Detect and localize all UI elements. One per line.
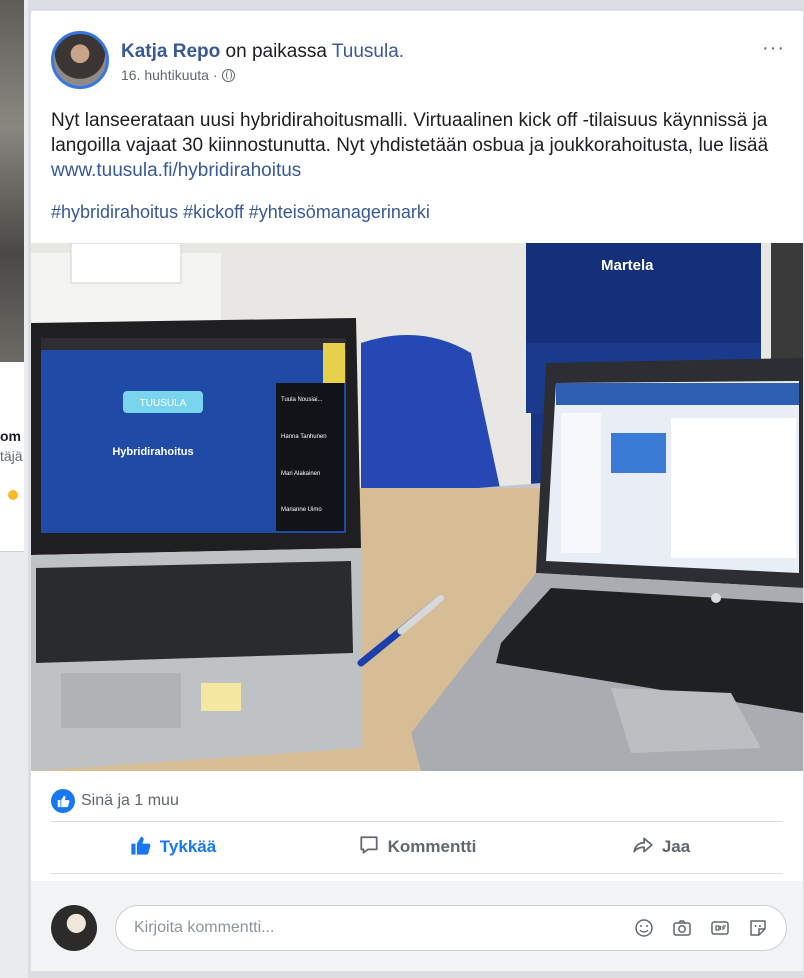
place-prefix: on paikassa: [220, 41, 332, 62]
author-name[interactable]: Katja Repo: [121, 41, 220, 62]
post-hashtags[interactable]: #hybridirahoitus #kickoff #yhteisömanage…: [51, 202, 430, 223]
participant-4: Marianne Uimo: [281, 507, 322, 513]
speech-bubble-icon: [358, 834, 380, 861]
post-date[interactable]: 16. huhtikuuta: [121, 67, 209, 83]
comment-label: Kommentti: [387, 837, 477, 856]
reactions-text: Sinä ja 1 muu: [81, 792, 179, 809]
divider: [51, 873, 783, 874]
participant-3: Mari Alakainen: [281, 471, 320, 477]
post-card: Katja Repo on paikassa Tuusula. 16. huht…: [30, 10, 804, 972]
screen-title-text: Hybridirahoitus: [112, 446, 193, 458]
sticker-icon[interactable]: [747, 917, 769, 939]
meta-separator: ·: [212, 67, 218, 83]
comment-tools: [633, 917, 769, 939]
place-link[interactable]: Tuusula.: [332, 41, 404, 62]
background-photo: [0, 0, 24, 362]
more-options-icon[interactable]: ···: [762, 37, 785, 60]
post-meta: 16. huhtikuuta ·: [121, 67, 235, 83]
screen-logo-text: TUUSULA: [140, 398, 187, 409]
author-line: Katja Repo on paikassa Tuusula.: [121, 41, 404, 63]
box-brand-label: Martela: [601, 257, 654, 274]
like-label: Tykkää: [159, 837, 217, 856]
camera-icon[interactable]: [671, 917, 693, 939]
post-photo[interactable]: Martela TUUSULA Hybridirahoitus Tuula No…: [31, 243, 803, 771]
divider: [51, 821, 783, 822]
participant-1: Tuula Nousiai...: [281, 397, 323, 403]
globe-icon[interactable]: [221, 68, 235, 82]
post-text: Nyt lanseerataan uusi hybridirahoitusmal…: [51, 108, 791, 183]
background-text-fragment: om: [0, 428, 21, 444]
share-label: Jaa: [661, 837, 691, 856]
comment-button[interactable]: Kommentti: [295, 825, 539, 869]
author-avatar[interactable]: [51, 31, 109, 89]
share-arrow-icon: [632, 834, 654, 861]
background-text-fragment-light: täjä: [0, 448, 23, 464]
gif-icon[interactable]: [709, 917, 731, 939]
post-header: Katja Repo on paikassa Tuusula. 16. huht…: [31, 11, 803, 101]
share-button[interactable]: Jaa: [539, 825, 783, 869]
like-reaction-icon: [51, 789, 75, 813]
post-body: Nyt lanseerataan uusi hybridirahoitusmal…: [51, 110, 769, 156]
participant-2: Hanna Tanhunen: [281, 434, 327, 440]
background-card: om täjä: [0, 0, 28, 978]
reaction-dot-icon: [8, 490, 18, 500]
comment-composer: [31, 881, 803, 971]
action-bar: Tykkää Kommentti Jaa: [51, 825, 783, 869]
reactions-summary[interactable]: Sinä ja 1 muu: [51, 789, 179, 813]
like-button[interactable]: Tykkää: [51, 825, 295, 869]
photo-illustration: Martela TUUSULA Hybridirahoitus Tuula No…: [31, 243, 803, 771]
smiley-icon[interactable]: [633, 917, 655, 939]
current-user-avatar[interactable]: [51, 905, 97, 951]
thumbs-up-icon: [130, 834, 152, 861]
post-link[interactable]: www.tuusula.fi/hybridirahoitus: [51, 160, 301, 181]
